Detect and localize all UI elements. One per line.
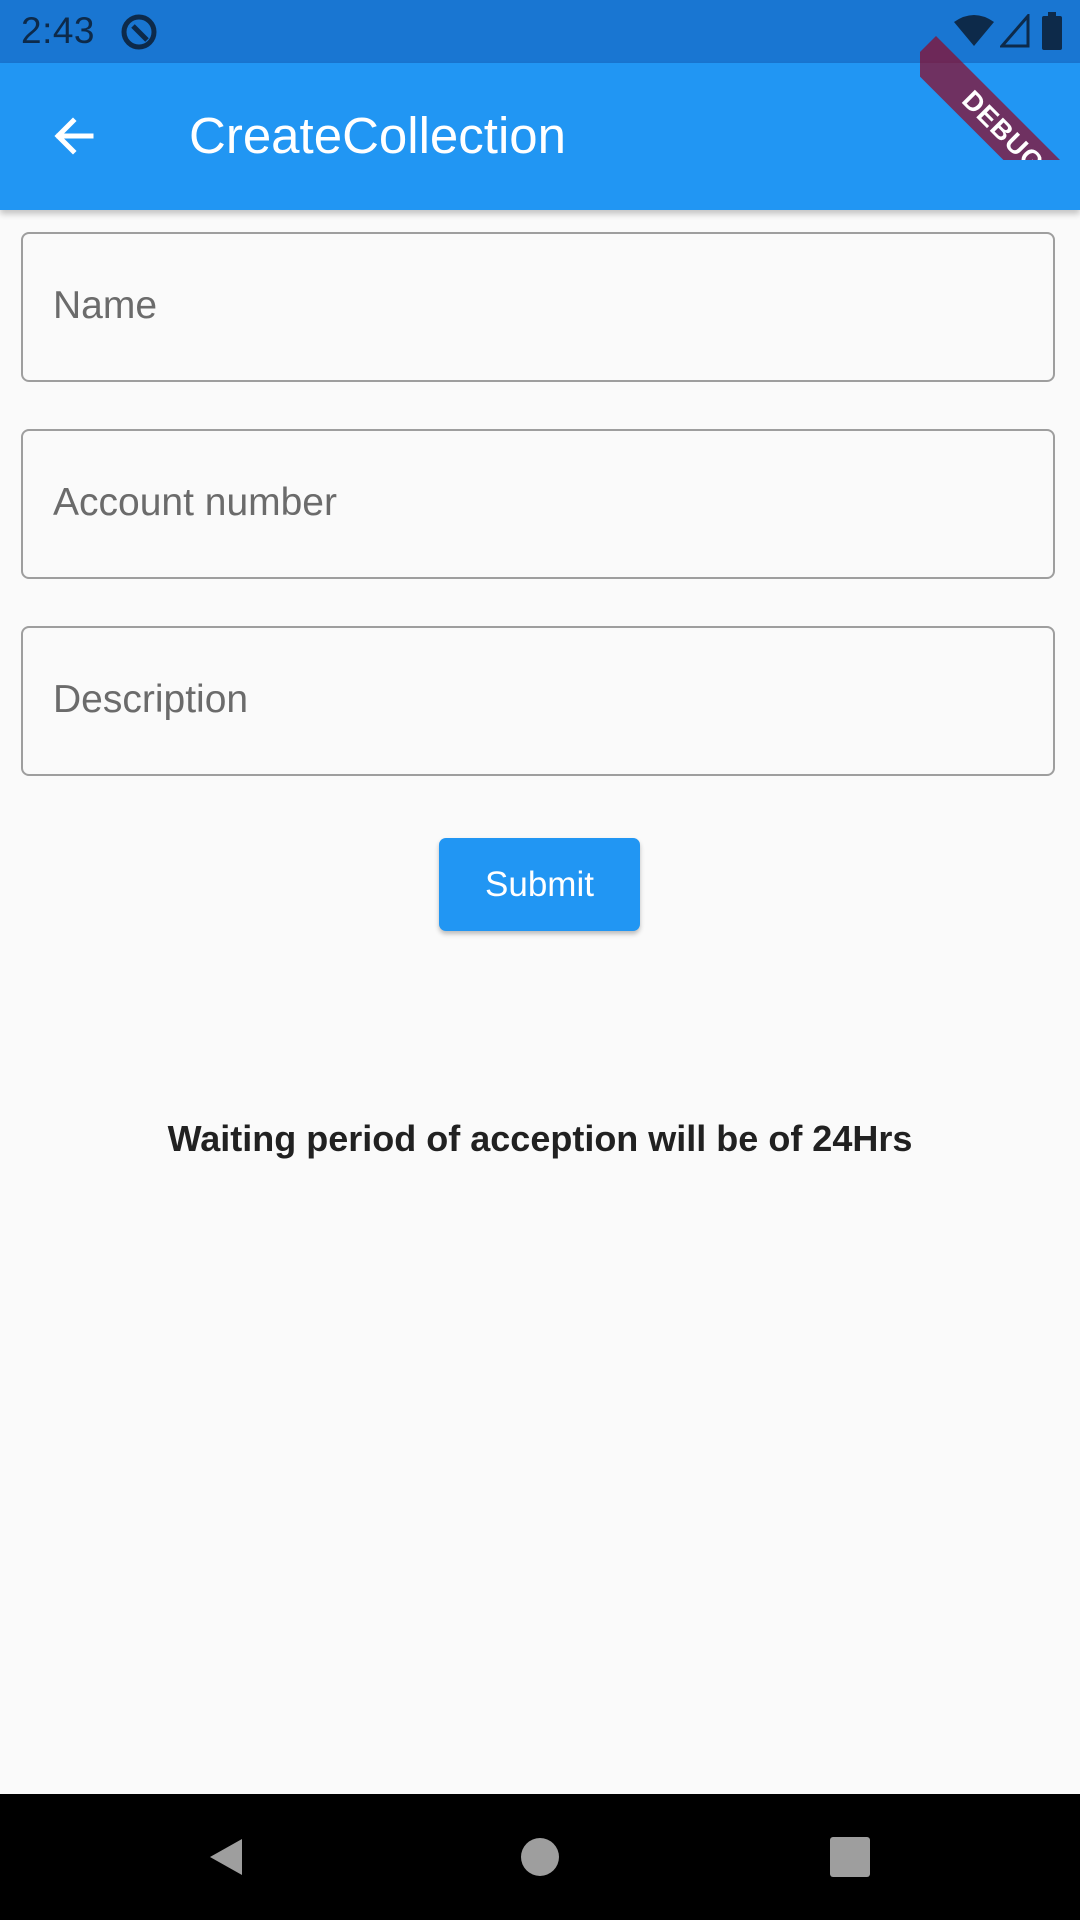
signal-icon: [1000, 14, 1030, 48]
page-title: CreateCollection: [189, 107, 567, 164]
name-field[interactable]: Name: [21, 232, 1055, 382]
nav-back-button[interactable]: [196, 1827, 256, 1887]
back-button[interactable]: [30, 103, 116, 169]
name-placeholder: Name: [53, 284, 158, 327]
account-number-field[interactable]: Account number: [21, 429, 1055, 579]
notification-app-icon: [121, 14, 157, 50]
account-number-placeholder: Account number: [53, 481, 337, 524]
nav-recents-icon: [830, 1837, 870, 1877]
submit-button[interactable]: Submit: [439, 838, 640, 931]
nav-home-button[interactable]: [510, 1827, 570, 1887]
status-time: 2:43: [21, 10, 96, 51]
description-field[interactable]: Description: [21, 626, 1055, 776]
waiting-period-note: Waiting period of acception will be of 2…: [167, 1118, 913, 1159]
description-placeholder: Description: [53, 678, 249, 721]
wifi-icon: [954, 15, 994, 46]
app-bar: CreateCollection: [0, 63, 1080, 210]
nav-recents-button[interactable]: [820, 1827, 880, 1887]
arrow-back-icon: [54, 117, 94, 155]
nav-back-icon: [210, 1839, 242, 1875]
navigation-bar: [0, 1794, 1080, 1920]
status-bar: 2:43: [0, 0, 1080, 63]
nav-home-icon: [521, 1838, 559, 1876]
battery-icon: [1042, 12, 1062, 50]
